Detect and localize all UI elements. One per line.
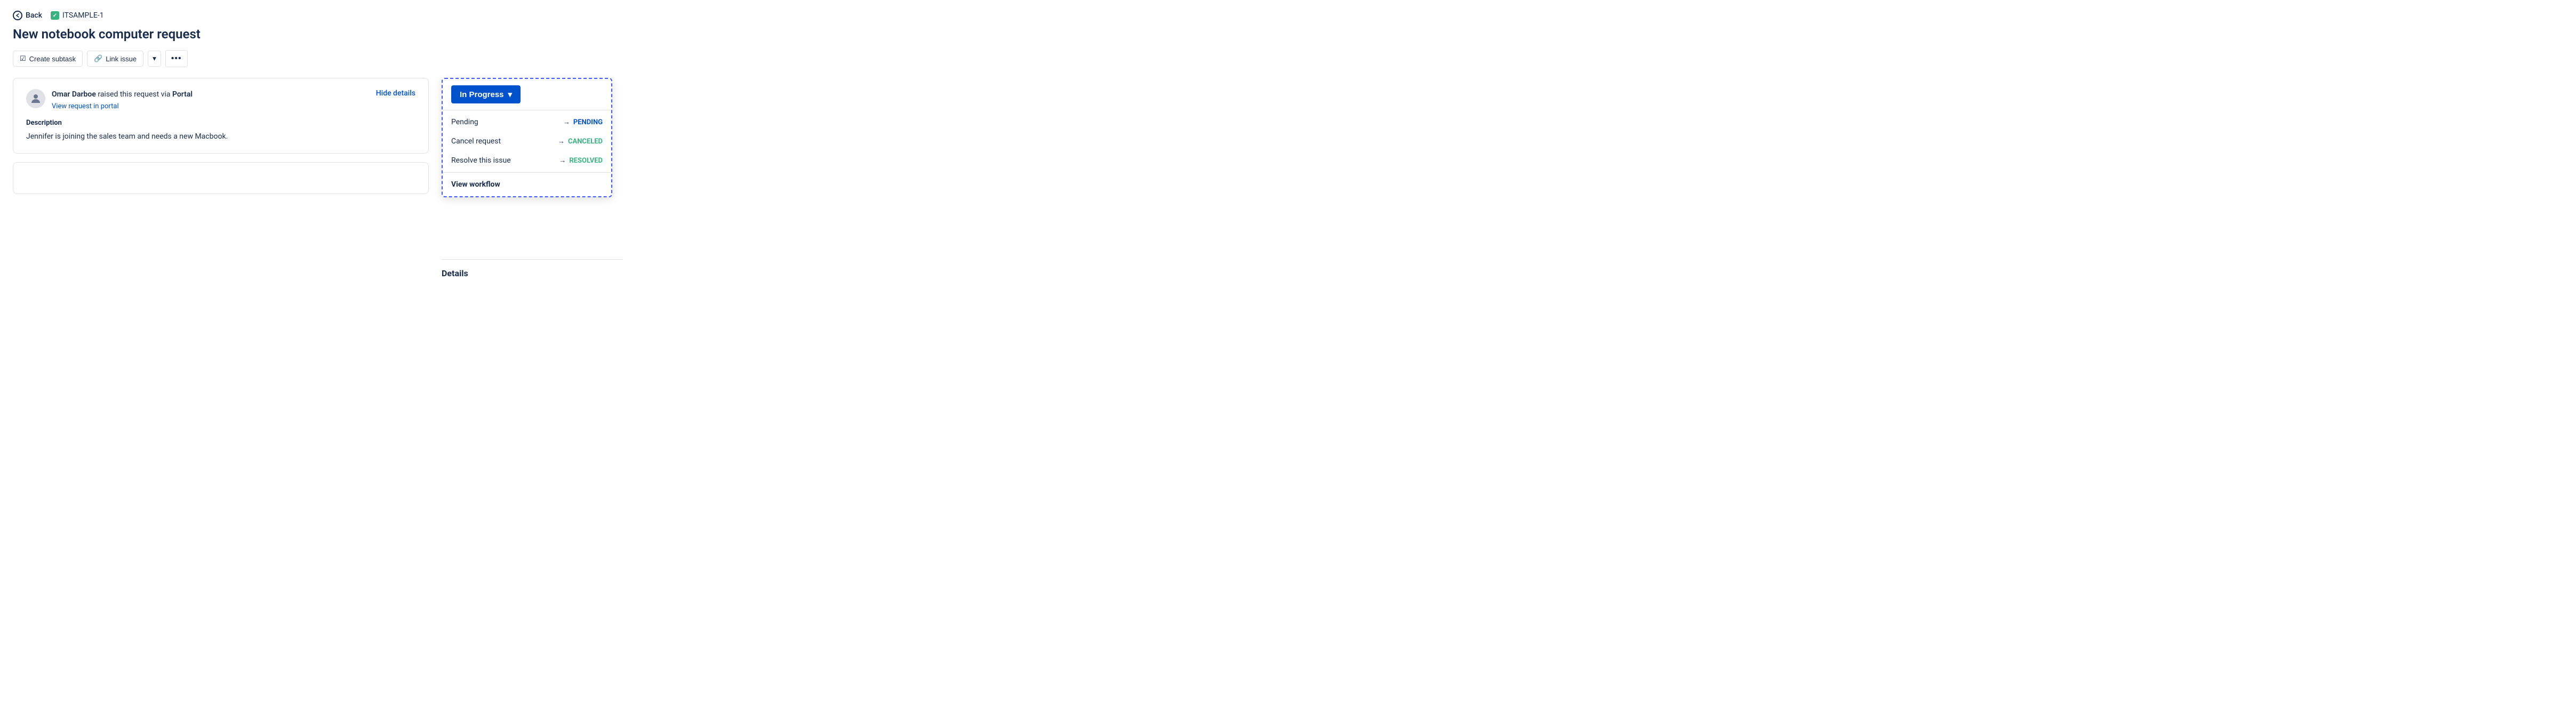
requester-info: Omar Darboe raised this request via Port… xyxy=(26,89,193,110)
left-panel: Omar Darboe raised this request via Port… xyxy=(13,78,429,283)
pending-status-text: PENDING xyxy=(573,118,603,126)
status-dropdown: In Progress ▾ Pending → PENDING Cancel r… xyxy=(442,78,612,197)
resolve-label: Resolve this issue xyxy=(451,156,511,165)
requester-name: Omar Darboe xyxy=(52,90,96,99)
description-card: Omar Darboe raised this request via Port… xyxy=(13,78,429,154)
description-label: Description xyxy=(26,119,415,127)
cancel-status-text: CANCELED xyxy=(568,138,603,146)
status-option-cancel[interactable]: Cancel request → CANCELED xyxy=(443,132,611,151)
status-label: In Progress xyxy=(460,90,504,99)
more-icon: ••• xyxy=(171,54,182,63)
pending-status-badge: → PENDING xyxy=(563,118,603,126)
resolve-arrow: → xyxy=(559,156,566,165)
link-icon: 🔗 xyxy=(94,54,102,63)
main-content: Omar Darboe raised this request via Port… xyxy=(13,78,2563,283)
link-issue-label: Link issue xyxy=(106,55,137,63)
status-option-pending[interactable]: Pending → PENDING xyxy=(443,113,611,132)
status-option-resolve[interactable]: Resolve this issue → RESOLVED xyxy=(443,151,611,170)
dropdown-header: In Progress ▾ xyxy=(443,79,611,108)
pending-arrow: → xyxy=(563,118,570,126)
action-bar: ☑ Create subtask 🔗 Link issue ▾ ••• xyxy=(13,50,2563,67)
issue-type-icon: ✓ xyxy=(51,11,59,20)
view-request-in-portal-link[interactable]: View request in portal xyxy=(52,102,193,110)
details-section: Details xyxy=(442,259,623,283)
back-icon xyxy=(13,11,22,20)
create-subtask-label: Create subtask xyxy=(29,55,76,63)
requester-details: Omar Darboe raised this request via Port… xyxy=(52,89,193,110)
issue-badge: ✓ ITSAMPLE-1 xyxy=(51,11,104,20)
avatar xyxy=(26,89,45,108)
details-title: Details xyxy=(442,259,623,283)
create-subtask-button[interactable]: ☑ Create subtask xyxy=(13,51,83,67)
issue-id: ITSAMPLE-1 xyxy=(62,11,104,20)
status-chevron-icon: ▾ xyxy=(508,90,513,99)
back-label: Back xyxy=(26,11,42,20)
hide-details-button[interactable]: Hide details xyxy=(376,89,415,98)
link-issue-button[interactable]: 🔗 Link issue xyxy=(87,51,143,67)
requester-raised-text: raised this request via xyxy=(98,90,172,99)
description-section: Description Jennifer is joining the sale… xyxy=(26,119,415,142)
status-button[interactable]: In Progress ▾ xyxy=(451,85,521,103)
page-title: New notebook computer request xyxy=(13,27,2563,42)
view-workflow-button[interactable]: View workflow xyxy=(443,175,611,196)
cancel-label: Cancel request xyxy=(451,137,501,146)
second-card xyxy=(13,162,429,194)
pending-label: Pending xyxy=(451,118,478,126)
more-actions-button[interactable]: ••• xyxy=(165,50,188,67)
requester-text: Omar Darboe raised this request via Port… xyxy=(52,89,193,100)
right-panel: In Progress ▾ Pending → PENDING Cancel r… xyxy=(442,78,623,283)
description-text: Jennifer is joining the sales team and n… xyxy=(26,131,415,142)
resolve-status-text: RESOLVED xyxy=(569,157,603,165)
portal-label: Portal xyxy=(172,90,193,99)
chevron-icon: ▾ xyxy=(153,54,156,62)
subtask-icon: ☑ xyxy=(20,54,26,63)
cancel-status-badge: → CANCELED xyxy=(558,137,603,146)
resolve-status-badge: → RESOLVED xyxy=(559,156,603,165)
cancel-arrow: → xyxy=(558,137,565,146)
dropdown-divider-2 xyxy=(443,172,611,173)
requester-row: Omar Darboe raised this request via Port… xyxy=(26,89,415,110)
back-button[interactable]: Back xyxy=(13,11,42,20)
dropdown-chevron-button[interactable]: ▾ xyxy=(148,51,161,67)
